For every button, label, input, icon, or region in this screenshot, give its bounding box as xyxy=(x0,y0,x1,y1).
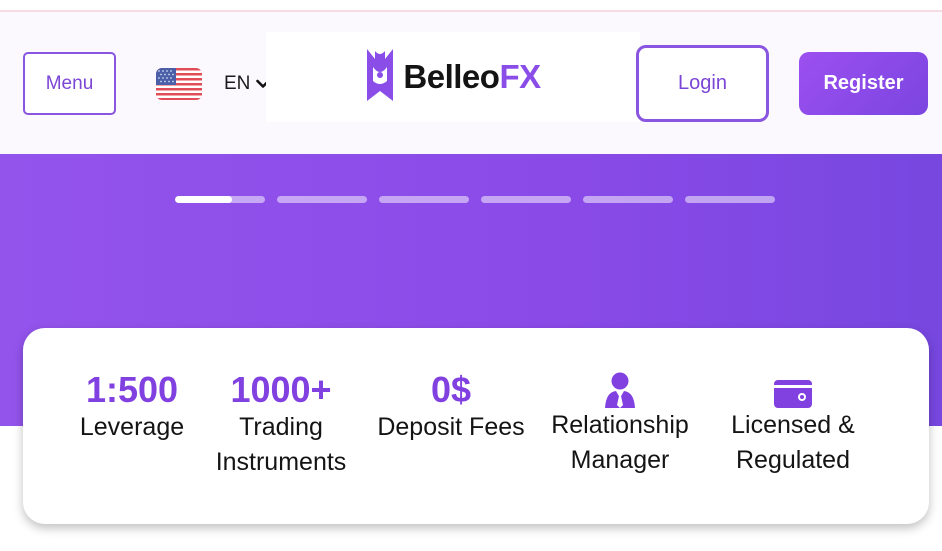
language-code: EN xyxy=(224,73,251,94)
slider-dot[interactable] xyxy=(583,196,673,203)
feature-label-line2: Regulated xyxy=(736,446,850,474)
features-card: 1:500 Leverage 1000+ Trading Instruments… xyxy=(23,328,929,524)
slider-dot[interactable] xyxy=(685,196,775,203)
feature-instruments: 1000+ Trading Instruments xyxy=(203,370,359,480)
logo[interactable]: BelleoFX xyxy=(266,32,640,122)
page: Menu EN BelleoFX Login Register 1:500 Le… xyxy=(0,0,942,551)
feature-label: Leverage xyxy=(79,413,185,441)
feature-label-line2: Instruments xyxy=(215,448,347,476)
login-button[interactable]: Login xyxy=(636,45,769,122)
logo-text-accent: FX xyxy=(499,58,541,95)
logo-text: BelleoFX xyxy=(403,58,541,96)
feature-deposit-fees: 0$ Deposit Fees xyxy=(368,370,534,445)
feature-label: Relationship xyxy=(551,411,689,439)
feature-value: 1000+ xyxy=(230,369,332,410)
menu-button[interactable]: Menu xyxy=(23,52,116,115)
feature-label: Deposit Fees xyxy=(377,413,525,441)
feature-label: Licensed & xyxy=(731,411,855,439)
feature-licensed-regulated: Licensed & Regulated xyxy=(711,368,875,478)
feature-relationship-manager: Relationship Manager xyxy=(538,368,702,478)
feature-label: Trading xyxy=(239,413,323,441)
slider-dot[interactable] xyxy=(175,196,265,203)
slider-indicators xyxy=(175,196,775,203)
license-card-icon xyxy=(711,368,875,408)
language-selector[interactable]: EN xyxy=(224,70,271,98)
feature-label-line2: Manager xyxy=(570,446,670,474)
slider-dot[interactable] xyxy=(379,196,469,203)
register-button[interactable]: Register xyxy=(799,52,928,115)
relationship-manager-icon xyxy=(538,368,702,408)
slider-dot[interactable] xyxy=(481,196,571,203)
feature-value: 1:500 xyxy=(85,369,179,410)
bull-logo-icon xyxy=(365,47,395,108)
slider-dot[interactable] xyxy=(277,196,367,203)
feature-leverage: 1:500 Leverage xyxy=(67,370,197,445)
us-flag-icon[interactable] xyxy=(156,68,202,100)
logo-text-main: Belleo xyxy=(403,58,500,95)
slider-dot-progress xyxy=(175,196,232,203)
feature-value: 0$ xyxy=(430,369,472,410)
